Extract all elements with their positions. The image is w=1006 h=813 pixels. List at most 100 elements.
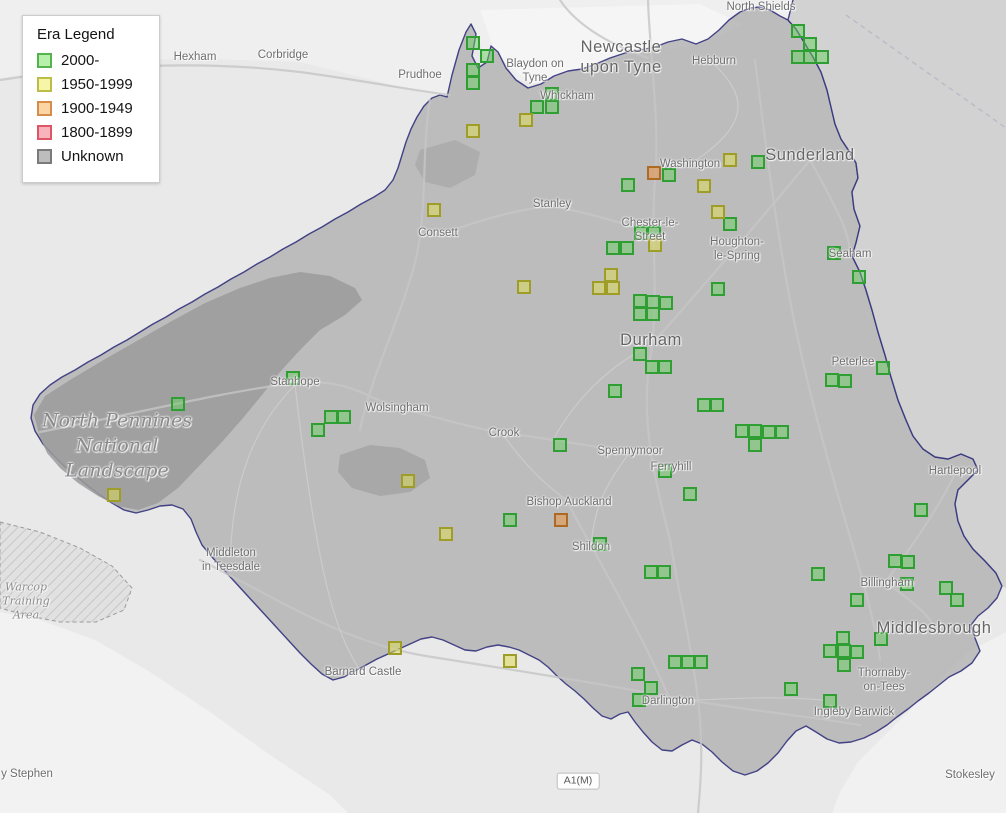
map-marker-1950[interactable] bbox=[592, 281, 606, 295]
map-marker-2000[interactable] bbox=[645, 360, 659, 374]
map-marker-2000[interactable] bbox=[633, 294, 647, 308]
map-marker-2000[interactable] bbox=[723, 217, 737, 231]
map-marker-2000[interactable] bbox=[950, 593, 964, 607]
map-marker-2000[interactable] bbox=[888, 554, 902, 568]
map-marker-2000[interactable] bbox=[874, 632, 888, 646]
map-marker-1950[interactable] bbox=[519, 113, 533, 127]
map-canvas[interactable]: Newcastle upon Tyne Sunderland Durham Middl… bbox=[0, 0, 1006, 813]
map-marker-2000[interactable] bbox=[644, 565, 658, 579]
map-marker-2000[interactable] bbox=[825, 373, 839, 387]
map-marker-1950[interactable] bbox=[606, 281, 620, 295]
map-marker-2000[interactable] bbox=[836, 631, 850, 645]
map-marker-2000[interactable] bbox=[876, 361, 890, 375]
map-marker-2000[interactable] bbox=[850, 593, 864, 607]
map-marker-2000[interactable] bbox=[634, 226, 648, 240]
map-marker-2000[interactable] bbox=[633, 347, 647, 361]
map-marker-2000[interactable] bbox=[823, 644, 837, 658]
map-marker-2000[interactable] bbox=[850, 645, 864, 659]
map-marker-2000[interactable] bbox=[337, 410, 351, 424]
map-marker-2000[interactable] bbox=[658, 464, 672, 478]
legend-item-1800[interactable]: 1800-1899 bbox=[37, 124, 147, 141]
map-marker-2000[interactable] bbox=[631, 667, 645, 681]
map-marker-2000[interactable] bbox=[659, 296, 673, 310]
map-marker-2000[interactable] bbox=[646, 307, 660, 321]
map-marker-2000[interactable] bbox=[620, 241, 634, 255]
map-marker-2000[interactable] bbox=[901, 555, 915, 569]
map-marker-2000[interactable] bbox=[710, 398, 724, 412]
map-marker-2000[interactable] bbox=[644, 681, 658, 695]
map-marker-2000[interactable] bbox=[748, 438, 762, 452]
map-marker-1950[interactable] bbox=[517, 280, 531, 294]
map-marker-2000[interactable] bbox=[668, 655, 682, 669]
map-marker-1900[interactable] bbox=[554, 513, 568, 527]
map-marker-2000[interactable] bbox=[632, 693, 646, 707]
map-marker-2000[interactable] bbox=[466, 63, 480, 77]
map-marker-2000[interactable] bbox=[900, 577, 914, 591]
legend-title: Era Legend bbox=[37, 26, 115, 43]
map-marker-2000[interactable] bbox=[681, 655, 695, 669]
map-marker-2000[interactable] bbox=[815, 50, 829, 64]
map-marker-2000[interactable] bbox=[748, 424, 762, 438]
map-marker-2000[interactable] bbox=[827, 246, 841, 260]
map-marker-2000[interactable] bbox=[762, 425, 776, 439]
map-marker-2000[interactable] bbox=[621, 178, 635, 192]
map-marker-2000[interactable] bbox=[545, 100, 559, 114]
map-marker-2000[interactable] bbox=[608, 384, 622, 398]
map-marker-2000[interactable] bbox=[735, 424, 749, 438]
map-marker-2000[interactable] bbox=[775, 425, 789, 439]
map-marker-2000[interactable] bbox=[791, 24, 805, 38]
map-marker-2000[interactable] bbox=[852, 270, 866, 284]
legend-label: 2000- bbox=[61, 52, 100, 69]
map-marker-2000[interactable] bbox=[784, 682, 798, 696]
map-marker-2000[interactable] bbox=[311, 423, 325, 437]
map-marker-1950[interactable] bbox=[503, 654, 517, 668]
map-marker-2000[interactable] bbox=[837, 644, 851, 658]
map-marker-1900[interactable] bbox=[647, 166, 661, 180]
map-marker-2000[interactable] bbox=[914, 503, 928, 517]
map-marker-2000[interactable] bbox=[657, 565, 671, 579]
map-marker-2000[interactable] bbox=[697, 398, 711, 412]
legend-swatch-icon bbox=[37, 149, 52, 164]
legend-label: Unknown bbox=[61, 148, 124, 165]
map-marker-2000[interactable] bbox=[171, 397, 185, 411]
map-marker-1950[interactable] bbox=[401, 474, 415, 488]
map-marker-1950[interactable] bbox=[604, 268, 618, 282]
map-marker-2000[interactable] bbox=[658, 360, 672, 374]
map-marker-1950[interactable] bbox=[723, 153, 737, 167]
map-marker-2000[interactable] bbox=[593, 537, 607, 551]
map-marker-2000[interactable] bbox=[837, 658, 851, 672]
map-marker-2000[interactable] bbox=[823, 694, 837, 708]
map-marker-2000[interactable] bbox=[694, 655, 708, 669]
map-marker-1950[interactable] bbox=[427, 203, 441, 217]
map-marker-2000[interactable] bbox=[480, 49, 494, 63]
map-marker-2000[interactable] bbox=[633, 307, 647, 321]
map-marker-2000[interactable] bbox=[466, 36, 480, 50]
legend-item-1900[interactable]: 1900-1949 bbox=[37, 100, 147, 117]
map-marker-1950[interactable] bbox=[388, 641, 402, 655]
map-marker-1950[interactable] bbox=[107, 488, 121, 502]
map-marker-2000[interactable] bbox=[503, 513, 517, 527]
map-marker-2000[interactable] bbox=[466, 76, 480, 90]
legend-item-unknown[interactable]: Unknown bbox=[37, 148, 147, 165]
map-marker-1950[interactable] bbox=[439, 527, 453, 541]
legend-item-2000[interactable]: 2000- bbox=[37, 52, 147, 69]
map-marker-2000[interactable] bbox=[838, 374, 852, 388]
map-marker-1950[interactable] bbox=[697, 179, 711, 193]
legend-label: 1800-1899 bbox=[61, 124, 133, 141]
map-marker-2000[interactable] bbox=[324, 410, 338, 424]
map-marker-2000[interactable] bbox=[683, 487, 697, 501]
map-marker-1950[interactable] bbox=[711, 205, 725, 219]
map-marker-2000[interactable] bbox=[751, 155, 765, 169]
map-marker-2000[interactable] bbox=[711, 282, 725, 296]
map-marker-2000[interactable] bbox=[530, 100, 544, 114]
map-marker-2000[interactable] bbox=[811, 567, 825, 581]
map-marker-2000[interactable] bbox=[553, 438, 567, 452]
map-marker-2000[interactable] bbox=[606, 241, 620, 255]
map-marker-2000[interactable] bbox=[286, 371, 300, 385]
map-marker-1950[interactable] bbox=[466, 124, 480, 138]
map-marker-2000[interactable] bbox=[662, 168, 676, 182]
map-marker-2000[interactable] bbox=[545, 87, 559, 101]
map-marker-2000[interactable] bbox=[803, 37, 817, 51]
map-marker-1950[interactable] bbox=[648, 238, 662, 252]
legend-item-1950[interactable]: 1950-1999 bbox=[37, 76, 147, 93]
